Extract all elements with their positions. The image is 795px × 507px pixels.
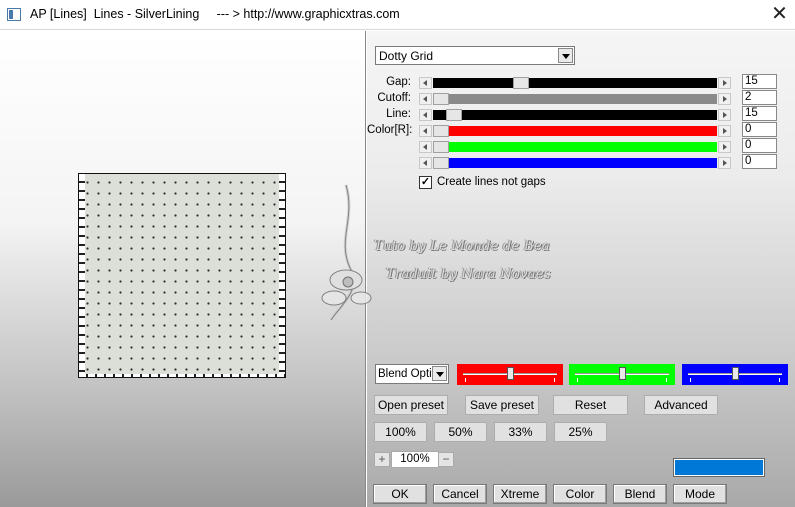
slider[interactable] [419, 141, 731, 153]
selection-marquee-left [79, 174, 85, 377]
selection-marquee-right [279, 174, 285, 377]
slider-label: Line: [386, 108, 411, 120]
app-icon [7, 8, 21, 21]
chevron-down-icon[interactable] [558, 48, 573, 63]
slider-label: Cutoff: [377, 92, 411, 104]
blend-options-value: Blend Optio [378, 368, 433, 380]
chevron-right-icon[interactable] [718, 109, 731, 121]
chevron-right-icon[interactable] [718, 125, 731, 137]
save-preset-button[interactable]: Save preset [465, 395, 539, 415]
chevron-down-icon[interactable] [432, 366, 447, 381]
slider[interactable] [419, 77, 731, 89]
advanced-button[interactable]: Advanced [644, 395, 718, 415]
slider-knob[interactable] [619, 367, 626, 380]
slider-track[interactable] [433, 125, 717, 137]
slider-value-field[interactable]: 0 [742, 122, 777, 137]
chevron-right-icon[interactable] [718, 77, 731, 89]
slider-label: Color[R]: [367, 124, 413, 136]
zoom-out-button[interactable]: − [438, 452, 454, 467]
chevron-left-icon[interactable] [419, 157, 432, 169]
slider-value-field[interactable]: 15 [742, 74, 777, 89]
slider[interactable] [419, 109, 731, 121]
selection-marquee-bottom [79, 374, 285, 377]
tick-mark [577, 378, 578, 382]
cancel-button[interactable]: Cancel [433, 484, 487, 504]
ok-button[interactable]: OK [373, 484, 427, 504]
preview-panel [0, 31, 366, 507]
title-bar: AP [Lines] Lines - SilverLining --- > ht… [0, 0, 795, 30]
color-button[interactable]: Color [553, 484, 607, 504]
slider-track[interactable] [433, 109, 717, 121]
slider-thumb[interactable] [433, 93, 449, 105]
zoom-100-button[interactable]: 100% [374, 422, 427, 442]
slider-track[interactable] [433, 157, 717, 169]
tick-mark [690, 378, 691, 382]
chevron-left-icon[interactable] [419, 125, 432, 137]
dotty-grid-preview [79, 174, 285, 377]
slider-value-field[interactable]: 15 [742, 106, 777, 121]
chevron-left-icon[interactable] [419, 93, 432, 105]
slider-value-field[interactable]: 0 [742, 138, 777, 153]
tick-mark [554, 378, 555, 382]
blend-options-dropdown[interactable]: Blend Optio [375, 364, 449, 384]
color-swatch[interactable] [674, 459, 764, 476]
slider[interactable] [419, 157, 731, 169]
zoom-33-button[interactable]: 33% [494, 422, 547, 442]
slider-track[interactable] [433, 141, 717, 153]
slider[interactable] [419, 93, 731, 105]
slider[interactable] [419, 125, 731, 137]
slider-label: Gap: [386, 76, 411, 88]
chevron-right-icon[interactable] [718, 93, 731, 105]
close-button[interactable]: ✕ [764, 0, 795, 28]
slider-value-field[interactable]: 2 [742, 90, 777, 105]
open-preset-button[interactable]: Open preset [374, 395, 448, 415]
slider-value-field[interactable]: 0 [742, 154, 777, 169]
slider-thumb[interactable] [433, 157, 449, 169]
tick-mark [465, 378, 466, 382]
settings-panel: Dotty Grid Gap: 15 Cutoff: 2 Line: 15 Color[R]… [367, 31, 795, 507]
slider-thumb[interactable] [513, 77, 529, 89]
create-lines-label: Create lines not gaps [437, 176, 546, 188]
red-blend-slider[interactable] [457, 364, 563, 385]
slider-thumb[interactable] [433, 141, 449, 153]
tick-mark [666, 378, 667, 382]
chevron-right-icon[interactable] [718, 141, 731, 153]
green-blend-slider[interactable] [569, 364, 675, 385]
window-title: AP [Lines] Lines - SilverLining --- > ht… [30, 7, 400, 21]
slider-thumb[interactable] [446, 109, 462, 121]
slider-knob[interactable] [732, 367, 739, 380]
slider-thumb[interactable] [433, 125, 449, 137]
mode-button[interactable]: Mode [673, 484, 727, 504]
xtreme-button[interactable]: Xtreme [493, 484, 547, 504]
blend-button[interactable]: Blend [613, 484, 667, 504]
reset-button[interactable]: Reset [553, 395, 628, 415]
chevron-left-icon[interactable] [419, 77, 432, 89]
chevron-left-icon[interactable] [419, 109, 432, 121]
zoom-in-button[interactable]: + [374, 452, 390, 467]
zoom-level-field[interactable]: 100% [391, 451, 439, 468]
chevron-left-icon[interactable] [419, 141, 432, 153]
create-lines-checkbox[interactable]: ✓ [419, 176, 432, 189]
tick-mark [779, 378, 780, 382]
slider-track[interactable] [433, 77, 717, 89]
slider-knob[interactable] [507, 367, 514, 380]
blue-blend-slider[interactable] [682, 364, 788, 385]
slider-track[interactable] [433, 93, 717, 105]
chevron-right-icon[interactable] [718, 157, 731, 169]
preset-dropdown-value: Dotty Grid [379, 49, 434, 63]
zoom-25-button[interactable]: 25% [554, 422, 607, 442]
zoom-50-button[interactable]: 50% [434, 422, 487, 442]
preview-canvas[interactable] [78, 173, 286, 378]
preset-dropdown[interactable]: Dotty Grid [375, 46, 575, 65]
